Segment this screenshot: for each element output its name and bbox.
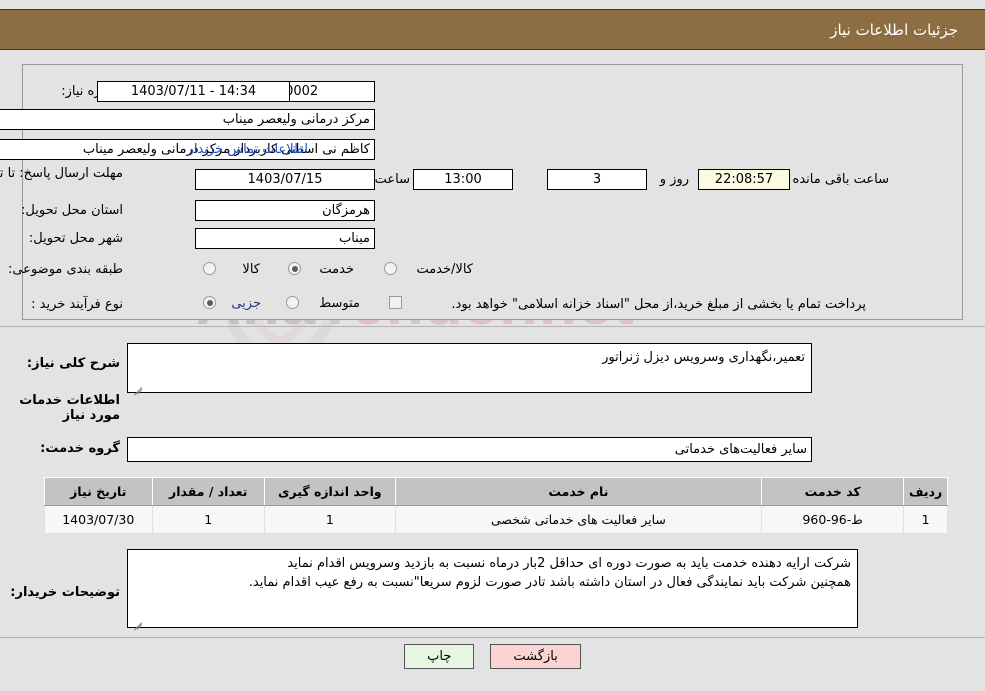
cell-unit: 1 <box>263 505 396 534</box>
services-table: ردیف کد خدمت نام خدمت واحد اندازه گیری ت… <box>44 477 948 534</box>
cell-row-no: 1 <box>903 505 948 534</box>
label-response-deadline: مهلت ارسال پاسخ: تا تاریخ: <box>0 166 123 181</box>
th-service-name: نام خدمت <box>394 477 763 506</box>
label-purchase-jozyi: جزیی <box>231 296 261 311</box>
link-buyer-contact-info[interactable]: اطلاعات تماس خریدار <box>188 142 308 157</box>
footer-button-bar: بازگشت چاپ <box>0 644 985 669</box>
th-unit: واحد اندازه گیری <box>263 477 396 506</box>
table-header-row: ردیف کد خدمت نام خدمت واحد اندازه گیری ت… <box>44 477 948 506</box>
radio-classification-kala-khedmat[interactable] <box>384 262 397 275</box>
th-service-code: کد خدمت <box>761 477 905 506</box>
label-classification-kala: کالا <box>242 262 260 277</box>
field-delivery-province[interactable]: هرمزگان <box>195 200 375 221</box>
resize-grip-icon[interactable] <box>131 614 143 631</box>
label-delivery-city: شهر محل تحویل: <box>28 231 123 246</box>
label-service-group: گروه خدمت: <box>40 441 120 456</box>
field-deadline-hour[interactable]: 13:00 <box>413 169 513 190</box>
radio-classification-khedmat[interactable] <box>288 262 301 275</box>
label-treasury-documents: پرداخت تمام یا بخشی از مبلغ خرید،از محل … <box>451 297 866 312</box>
table-row: 1 ط-96-960 سایر فعالیت های خدماتی شخصی 1… <box>44 505 948 534</box>
print-button[interactable]: چاپ <box>404 644 475 669</box>
cell-service-name: سایر فعالیت های خدماتی شخصی <box>394 505 763 534</box>
field-buyer-org[interactable]: مرکز درمانی ولیعصر میناب <box>0 109 375 130</box>
back-button[interactable]: بازگشت <box>490 644 581 669</box>
field-service-group[interactable]: سایر فعالیت‌های خدماتی <box>127 437 812 462</box>
label-classification-khedmat: خدمت <box>319 262 354 277</box>
cell-service-code: ط-96-960 <box>761 505 905 534</box>
field-public-announce-datetime[interactable]: 1403/07/11 - 14:34 <box>97 81 290 102</box>
buyer-note-line-2: همچنین شرکت باید نمایندگی فعال در استان … <box>248 575 851 590</box>
th-quantity: تعداد / مقدار <box>151 477 265 506</box>
field-buyer-notes[interactable]: شرکت ارایه دهنده خدمت باید به صورت دوره … <box>127 549 858 631</box>
heading-services-info: اطلاعات خدمات مورد نیاز <box>19 393 120 423</box>
page-title: جزئیات اطلاعات نیاز <box>830 20 958 39</box>
resize-grip-icon[interactable] <box>131 379 143 396</box>
th-row-no: ردیف <box>903 477 948 506</box>
label-delivery-province: استان محل تحویل: <box>21 203 123 218</box>
buyer-note-line-1: شرکت ارایه دهنده خدمت باید به صورت دوره … <box>287 556 851 571</box>
label-day-and: روز و <box>659 172 689 187</box>
field-delivery-city[interactable]: میناب <box>195 228 375 249</box>
field-deadline-date[interactable]: 1403/07/15 <box>195 169 375 190</box>
label-general-description: شرح کلی نیاز: <box>26 356 120 371</box>
radio-classification-kala[interactable] <box>203 262 216 275</box>
radio-purchase-motavaset[interactable] <box>286 296 299 309</box>
label-classification-kala-khedmat: کالا/خدمت <box>416 262 473 277</box>
field-general-description[interactable]: تعمیر،نگهداری وسرویس دیزل ژنراتور <box>127 343 812 396</box>
cell-need-date: 1403/07/30 <box>44 505 153 534</box>
label-deadline-hour: ساعت <box>374 172 410 187</box>
checkbox-treasury-documents[interactable] <box>389 296 402 309</box>
need-info-panel <box>22 64 963 320</box>
section-divider-1 <box>0 326 985 327</box>
section-divider-2 <box>0 637 985 638</box>
general-description-text: تعمیر،نگهداری وسرویس دیزل ژنراتور <box>602 350 805 365</box>
field-days-remaining[interactable]: 3 <box>547 169 647 190</box>
label-purchase-process-type: نوع فرآیند خرید : <box>31 297 123 312</box>
cell-quantity: 1 <box>151 505 265 534</box>
label-subject-classification: طبقه بندی موضوعی: <box>7 262 123 277</box>
label-hours-remaining: ساعت باقی مانده <box>792 172 889 187</box>
radio-purchase-jozyi[interactable] <box>203 296 216 309</box>
label-buyer-notes: توضیحات خریدار: <box>10 585 120 600</box>
th-need-date: تاریخ نیاز <box>44 477 153 506</box>
field-time-remaining: 22:08:57 <box>698 169 790 190</box>
page-header: جزئیات اطلاعات نیاز <box>0 9 985 50</box>
label-purchase-motavaset: متوسط <box>319 296 360 311</box>
